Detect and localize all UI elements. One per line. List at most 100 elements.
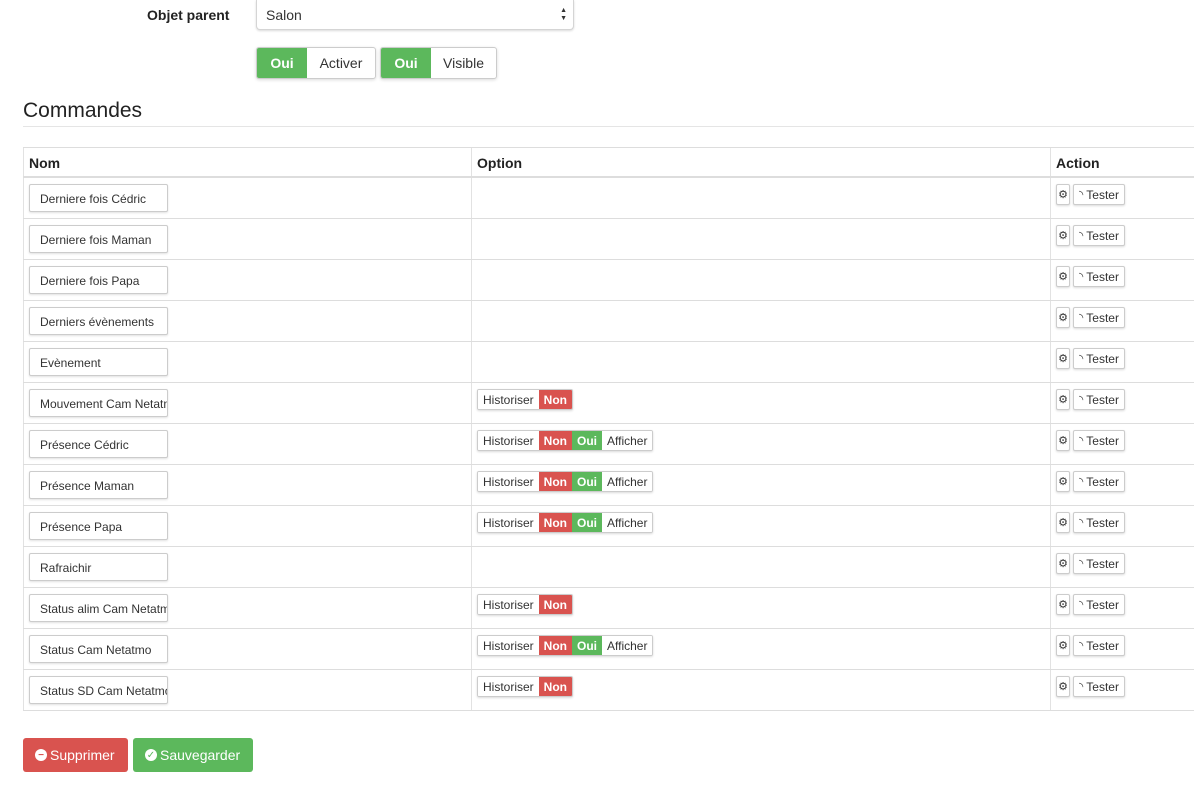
test-label: Tester xyxy=(1086,228,1119,243)
historiser-state[interactable]: Non xyxy=(538,595,572,614)
command-name-input[interactable]: Rafraichir xyxy=(29,553,168,581)
row-actions: ⚙ ◝ Tester xyxy=(1056,471,1125,492)
parent-object-value: Salon xyxy=(266,7,302,23)
afficher-label: Afficher xyxy=(602,513,653,532)
configure-button[interactable]: ⚙ xyxy=(1056,348,1070,369)
command-name-input[interactable]: Derniere fois Maman xyxy=(29,225,168,253)
configure-button[interactable]: ⚙ xyxy=(1056,389,1070,410)
historiser-label: Historiser xyxy=(478,595,539,614)
configure-button[interactable]: ⚙ xyxy=(1056,676,1070,697)
test-label: Tester xyxy=(1086,351,1119,366)
test-button[interactable]: ◝ Tester xyxy=(1073,512,1125,533)
option-toggles[interactable]: Historiser Non Oui Afficher xyxy=(477,635,654,656)
test-button[interactable]: ◝ Tester xyxy=(1073,676,1125,697)
table-row: Evènement ⚙ ◝ Tester xyxy=(23,342,1194,383)
test-button[interactable]: ◝ Tester xyxy=(1073,389,1125,410)
historiser-label: Historiser xyxy=(478,390,539,409)
configure-button[interactable]: ⚙ xyxy=(1056,512,1070,533)
test-button[interactable]: ◝ Tester xyxy=(1073,266,1125,287)
test-label: Tester xyxy=(1086,638,1119,653)
parent-object-label: Objet parent xyxy=(147,7,230,23)
configure-button[interactable]: ⚙ xyxy=(1056,430,1070,451)
configure-button[interactable]: ⚙ xyxy=(1056,184,1070,205)
command-name-input[interactable]: Derniere fois Cédric xyxy=(29,184,168,212)
test-label: Tester xyxy=(1086,556,1119,571)
delete-button[interactable]: − Supprimer xyxy=(23,738,128,772)
test-button[interactable]: ◝ Tester xyxy=(1073,430,1125,451)
test-button[interactable]: ◝ Tester xyxy=(1073,635,1125,656)
gears-icon: ⚙ xyxy=(1058,271,1068,283)
test-label: Tester xyxy=(1086,310,1119,325)
configure-button[interactable]: ⚙ xyxy=(1056,307,1070,328)
test-button[interactable]: ◝ Tester xyxy=(1073,348,1125,369)
gears-icon: ⚙ xyxy=(1058,558,1068,570)
configure-button[interactable]: ⚙ xyxy=(1056,225,1070,246)
test-label: Tester xyxy=(1086,269,1119,284)
test-label: Tester xyxy=(1086,433,1119,448)
test-button[interactable]: ◝ Tester xyxy=(1073,184,1125,205)
command-name-input[interactable]: Présence Maman xyxy=(29,471,168,499)
command-name-input[interactable]: Status Cam Netatmo xyxy=(29,635,168,663)
afficher-state[interactable]: Oui xyxy=(572,431,602,450)
afficher-state[interactable]: Oui xyxy=(572,472,602,491)
gears-icon: ⚙ xyxy=(1058,517,1068,529)
afficher-state[interactable]: Oui xyxy=(572,513,602,532)
gears-icon: ⚙ xyxy=(1058,640,1068,652)
configure-button[interactable]: ⚙ xyxy=(1056,553,1070,574)
gears-icon: ⚙ xyxy=(1058,599,1068,611)
option-toggles[interactable]: Historiser Non Oui Afficher xyxy=(477,430,654,451)
command-name-input[interactable]: Derniers évènements xyxy=(29,307,168,335)
table-row: Status SD Cam Netatmo Historiser Non ⚙ ◝ Test… xyxy=(23,670,1194,711)
command-name-input[interactable]: Présence Cédric xyxy=(29,430,168,458)
command-name-input[interactable]: Status alim Cam Netatmo xyxy=(29,594,168,622)
test-label: Tester xyxy=(1086,679,1119,694)
gears-icon: ⚙ xyxy=(1058,394,1068,406)
row-actions: ⚙ ◝ Tester xyxy=(1056,266,1125,287)
rss-icon: ◝ xyxy=(1079,230,1084,242)
rss-icon: ◝ xyxy=(1079,435,1084,447)
test-label: Tester xyxy=(1086,597,1119,612)
configure-button[interactable]: ⚙ xyxy=(1056,471,1070,492)
row-actions: ⚙ ◝ Tester xyxy=(1056,635,1125,656)
check-circle-icon: ✓ xyxy=(145,749,157,761)
row-actions: ⚙ ◝ Tester xyxy=(1056,225,1125,246)
historiser-state[interactable]: Non xyxy=(538,431,572,450)
historiser-state[interactable]: Non xyxy=(538,513,572,532)
test-button[interactable]: ◝ Tester xyxy=(1073,594,1125,615)
command-name-input[interactable]: Status SD Cam Netatmo xyxy=(29,676,168,704)
historiser-state[interactable]: Non xyxy=(538,636,572,655)
option-toggles[interactable]: Historiser Non xyxy=(477,594,573,615)
command-name-input[interactable]: Evènement xyxy=(29,348,168,376)
command-name-input[interactable]: Derniere fois Papa xyxy=(29,266,168,294)
parent-object-select[interactable]: Salon ▲ ▼ xyxy=(256,0,574,30)
test-button[interactable]: ◝ Tester xyxy=(1073,553,1125,574)
save-button[interactable]: ✓ Sauvegarder xyxy=(133,738,254,772)
row-actions: ⚙ ◝ Tester xyxy=(1056,553,1125,574)
option-toggles[interactable]: Historiser Non xyxy=(477,389,573,410)
command-name-input[interactable]: Mouvement Cam Netatmo xyxy=(29,389,168,417)
option-toggles[interactable]: Historiser Non Oui Afficher xyxy=(477,471,654,492)
gears-icon: ⚙ xyxy=(1058,189,1068,201)
option-toggles[interactable]: Historiser Non xyxy=(477,676,573,697)
table-row: Rafraichir ⚙ ◝ Tester xyxy=(23,547,1194,588)
test-label: Tester xyxy=(1086,474,1119,489)
activer-toggle[interactable]: Oui Activer xyxy=(256,47,376,79)
test-button[interactable]: ◝ Tester xyxy=(1073,471,1125,492)
delete-label: Supprimer xyxy=(50,747,115,763)
afficher-state[interactable]: Oui xyxy=(572,636,602,655)
visible-toggle[interactable]: Oui Visible xyxy=(380,47,497,79)
historiser-state[interactable]: Non xyxy=(538,472,572,491)
rss-icon: ◝ xyxy=(1079,476,1084,488)
column-header-nom: Nom xyxy=(29,155,61,171)
gears-icon: ⚙ xyxy=(1058,230,1068,242)
historiser-state[interactable]: Non xyxy=(538,677,572,696)
configure-button[interactable]: ⚙ xyxy=(1056,635,1070,656)
test-button[interactable]: ◝ Tester xyxy=(1073,307,1125,328)
command-name-input[interactable]: Présence Papa xyxy=(29,512,168,540)
gears-icon: ⚙ xyxy=(1058,435,1068,447)
option-toggles[interactable]: Historiser Non Oui Afficher xyxy=(477,512,654,533)
test-button[interactable]: ◝ Tester xyxy=(1073,225,1125,246)
configure-button[interactable]: ⚙ xyxy=(1056,266,1070,287)
historiser-state[interactable]: Non xyxy=(538,390,572,409)
configure-button[interactable]: ⚙ xyxy=(1056,594,1070,615)
